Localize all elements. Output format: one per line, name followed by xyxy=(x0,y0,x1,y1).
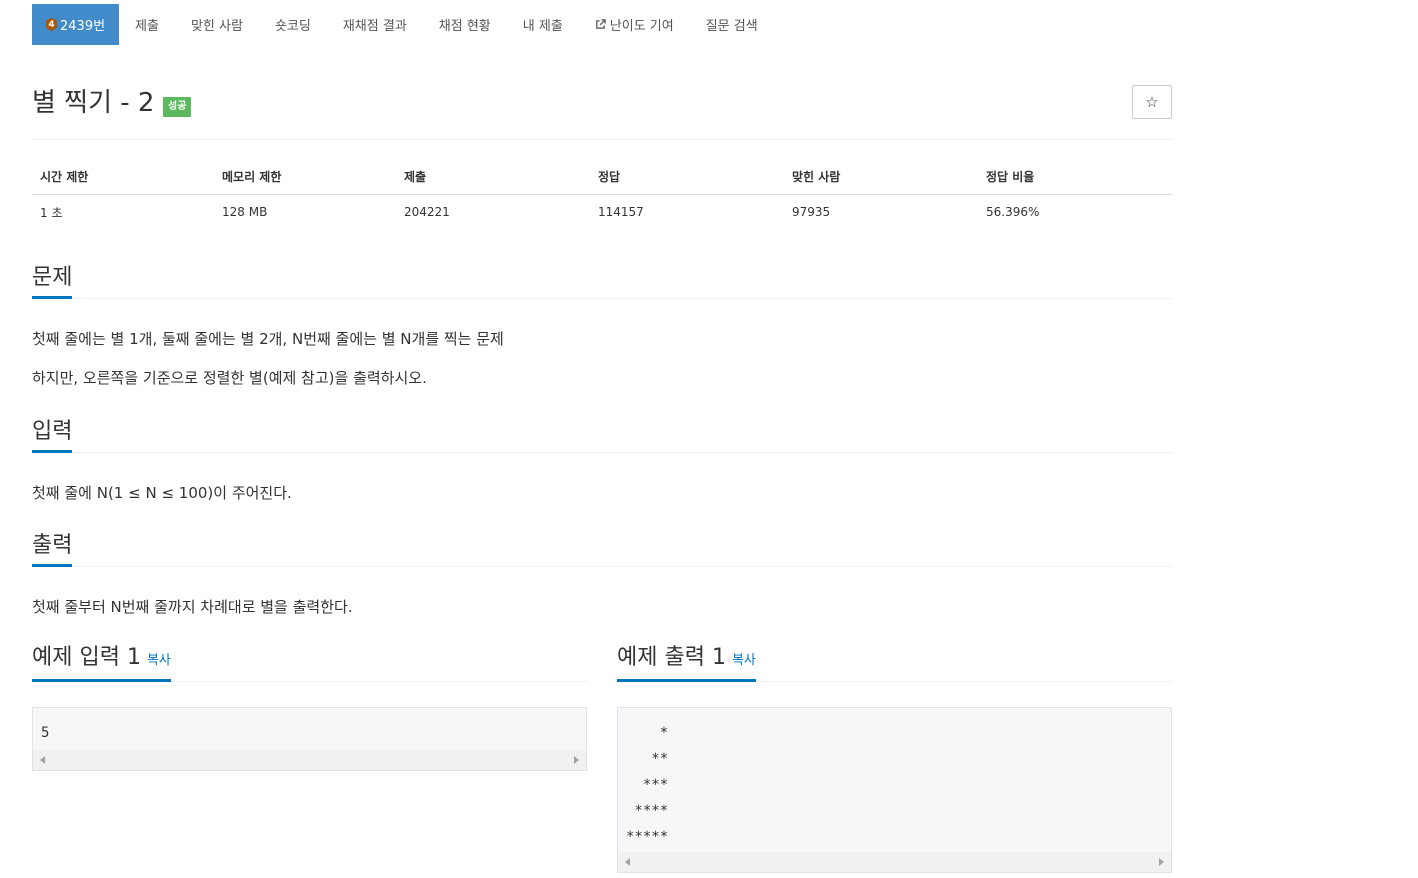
header-submissions: 제출 xyxy=(396,160,590,195)
description-paragraph-1: 첫째 줄에는 별 1개, 둘째 줄에는 별 2개, N번째 줄에는 별 N개를 … xyxy=(32,330,504,348)
tab-solved-users[interactable]: 맞힌 사람 xyxy=(175,4,259,45)
tab-rejudge-results[interactable]: 재채점 결과 xyxy=(327,4,423,45)
tab-my-submissions-label: 내 제출 xyxy=(522,19,563,34)
problem-nav-tabs: 4 2439번 제출 맞힌 사람 숏코딩 재채점 결과 채점 현황 내 제출 난… xyxy=(32,4,774,45)
value-memory-limit: 128 MB xyxy=(222,205,268,220)
scroll-left-arrow-icon[interactable] xyxy=(625,858,630,866)
header-solved-users: 맞힌 사람 xyxy=(784,160,978,195)
description-paragraph-2: 하지만, 오른쪽을 기준으로 정렬한 별(예제 참고)을 출력하시오. xyxy=(32,369,427,387)
sample-input-title: 예제 입력 1 xyxy=(32,645,141,670)
section-input-header: 입력 xyxy=(32,416,1172,453)
problem-title-area: 별 찍기 - 2 성공 ☆ xyxy=(32,85,1172,140)
value-submissions: 204221 xyxy=(404,205,450,220)
section-description-title: 문제 xyxy=(32,264,73,299)
tab-judge-status-label: 채점 현황 xyxy=(438,19,491,34)
tab-question-search[interactable]: 질문 검색 xyxy=(690,4,774,45)
tab-submit[interactable]: 제출 xyxy=(119,4,175,45)
section-output-header: 출력 xyxy=(32,530,1172,567)
tier-badge-icon: 4 xyxy=(46,18,57,31)
sample-input-box[interactable]: 5 xyxy=(32,707,587,771)
header-accept-ratio: 정답 비율 xyxy=(978,160,1172,195)
page-title: 별 찍기 - 2 xyxy=(32,88,155,118)
sample-output-scrollbar[interactable] xyxy=(618,852,1171,872)
sample-output-header: 예제 출력 1 복사 xyxy=(617,645,1172,682)
sample-input-header: 예제 입력 1 복사 xyxy=(32,645,587,682)
section-input-title: 입력 xyxy=(32,418,73,453)
value-accepted: 114157 xyxy=(598,205,644,220)
sample-input-content: 5 xyxy=(41,725,50,741)
sample-output-box[interactable]: * ** *** **** ***** xyxy=(617,707,1172,873)
external-link-icon xyxy=(595,19,606,29)
tab-rejudge-results-label: 재채점 결과 xyxy=(342,19,407,34)
sample-output-heading: 예제 출력 1 복사 xyxy=(617,644,756,682)
value-solved-users: 97935 xyxy=(792,205,831,220)
input-description: 첫째 줄에 N(1 ≤ N ≤ 100)이 주어진다. xyxy=(32,484,292,502)
header-memory-limit: 메모리 제한 xyxy=(214,160,396,195)
sample-input-heading: 예제 입력 1 복사 xyxy=(32,644,171,682)
tab-problem[interactable]: 4 2439번 xyxy=(32,4,120,45)
tab-submit-label: 제출 xyxy=(135,19,159,34)
sample-input-scrollbar[interactable] xyxy=(33,750,586,770)
tab-short-coding-label: 숏코딩 xyxy=(274,19,311,34)
scroll-left-arrow-icon[interactable] xyxy=(40,756,45,764)
value-time-limit: 1 초 xyxy=(40,205,63,220)
sample-output-title: 예제 출력 1 xyxy=(617,645,726,670)
tab-solved-users-label: 맞힌 사람 xyxy=(190,19,243,34)
tab-problem-label: 2439번 xyxy=(60,19,106,34)
header-accepted: 정답 xyxy=(590,160,784,195)
tab-difficulty-contribution-label: 난이도 기여 xyxy=(609,19,674,34)
favorite-button[interactable]: ☆ xyxy=(1132,85,1172,119)
sample-output-content: * ** *** **** ***** xyxy=(626,725,669,845)
star-icon: ☆ xyxy=(1145,93,1159,111)
scroll-right-arrow-icon[interactable] xyxy=(574,756,579,764)
section-description-header: 문제 xyxy=(32,262,1172,299)
tab-short-coding[interactable]: 숏코딩 xyxy=(259,4,327,45)
problem-info-table: 시간 제한 메모리 제한 제출 정답 맞힌 사람 정답 비율 1 초 128 M… xyxy=(32,160,1172,230)
tab-my-submissions[interactable]: 내 제출 xyxy=(507,4,579,45)
copy-sample-output-button[interactable]: 복사 xyxy=(732,653,756,668)
table-row: 1 초 128 MB 204221 114157 97935 56.396% xyxy=(32,194,1172,230)
section-output-title: 출력 xyxy=(32,532,73,567)
tab-question-search-label: 질문 검색 xyxy=(705,19,758,34)
value-accept-ratio: 56.396% xyxy=(986,205,1040,220)
status-badge: 성공 xyxy=(163,97,192,117)
scroll-right-arrow-icon[interactable] xyxy=(1159,858,1164,866)
header-time-limit: 시간 제한 xyxy=(32,160,214,195)
output-description: 첫째 줄부터 N번째 줄까지 차례대로 별을 출력한다. xyxy=(32,598,353,616)
copy-sample-input-button[interactable]: 복사 xyxy=(147,653,171,668)
table-header-row: 시간 제한 메모리 제한 제출 정답 맞힌 사람 정답 비율 xyxy=(32,160,1172,195)
tab-difficulty-contribution[interactable]: 난이도 기여 xyxy=(579,4,690,45)
tab-judge-status[interactable]: 채점 현황 xyxy=(423,4,507,45)
